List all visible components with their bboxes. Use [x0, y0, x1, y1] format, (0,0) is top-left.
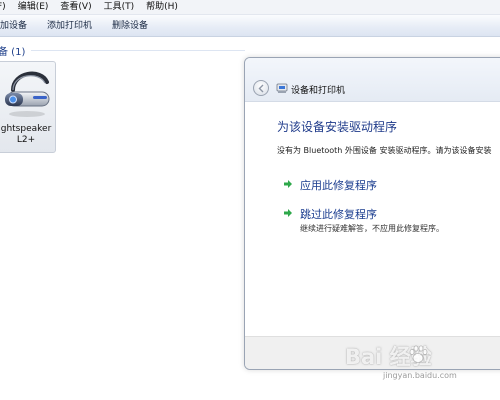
troubleshooter-dialog: 设备和打印机 为该设备安装驱动程序 没有为 Bluetooth 外围设备 安装驱… [244, 57, 500, 370]
paw-icon [409, 345, 428, 363]
back-arrow-icon [258, 84, 264, 93]
dialog-body: 为该设备安装驱动程序 没有为 Bluetooth 外围设备 安装驱动程序。请为该… [245, 103, 500, 336]
dialog-titlebar: 设备和打印机 [245, 58, 500, 102]
menu-bar: F) 编辑(E) 查看(V) 工具(T) 帮助(H) [0, 0, 500, 15]
menu-edit[interactable]: 编辑(E) [12, 0, 55, 15]
device-name: ghtspeaker L2+ [0, 124, 57, 146]
main-instruction: 为该设备安装驱动程序 [277, 120, 398, 134]
skip-fix-description: 继续进行疑难解答，不应用此修复程序。 [300, 224, 444, 233]
bluetooth-headset-icon [5, 71, 50, 117]
command-bar: 加设备 添加打印机 删除设备 [0, 15, 500, 37]
add-printer-button[interactable]: 添加打印机 [37, 15, 102, 37]
menu-file[interactable]: F) [0, 0, 12, 15]
menu-tools[interactable]: 工具(T) [98, 0, 141, 15]
remove-device-button[interactable]: 删除设备 [102, 15, 158, 37]
devices-printers-icon [276, 83, 288, 93]
back-button[interactable] [253, 80, 269, 96]
menu-view[interactable]: 查看(V) [54, 0, 97, 15]
watermark-url: jingyan.baidu.com [383, 371, 457, 380]
skip-fix-label: 跳过此修复程序 [300, 208, 377, 221]
devices-group-header[interactable]: 备 (1) [0, 44, 245, 58]
apply-fix-label: 应用此修复程序 [300, 179, 377, 192]
group-divider [31, 50, 245, 51]
watermark: Bai 经验 jingyan.baidu.com [345, 341, 485, 387]
device-name-line1: ghtspeaker [0, 124, 52, 134]
device-tile[interactable]: ghtspeaker L2+ [0, 61, 56, 153]
menu-help[interactable]: 帮助(H) [140, 0, 184, 15]
group-title: 备 (1) [0, 47, 26, 58]
green-arrow-icon [284, 180, 292, 188]
green-arrow-icon [284, 209, 292, 217]
device-name-line2: L2+ [16, 135, 36, 145]
description-text: 没有为 Bluetooth 外围设备 安装驱动程序。请为该设备安装 [277, 146, 492, 155]
dialog-title: 设备和打印机 [291, 86, 346, 96]
add-device-button[interactable]: 加设备 [0, 15, 37, 37]
